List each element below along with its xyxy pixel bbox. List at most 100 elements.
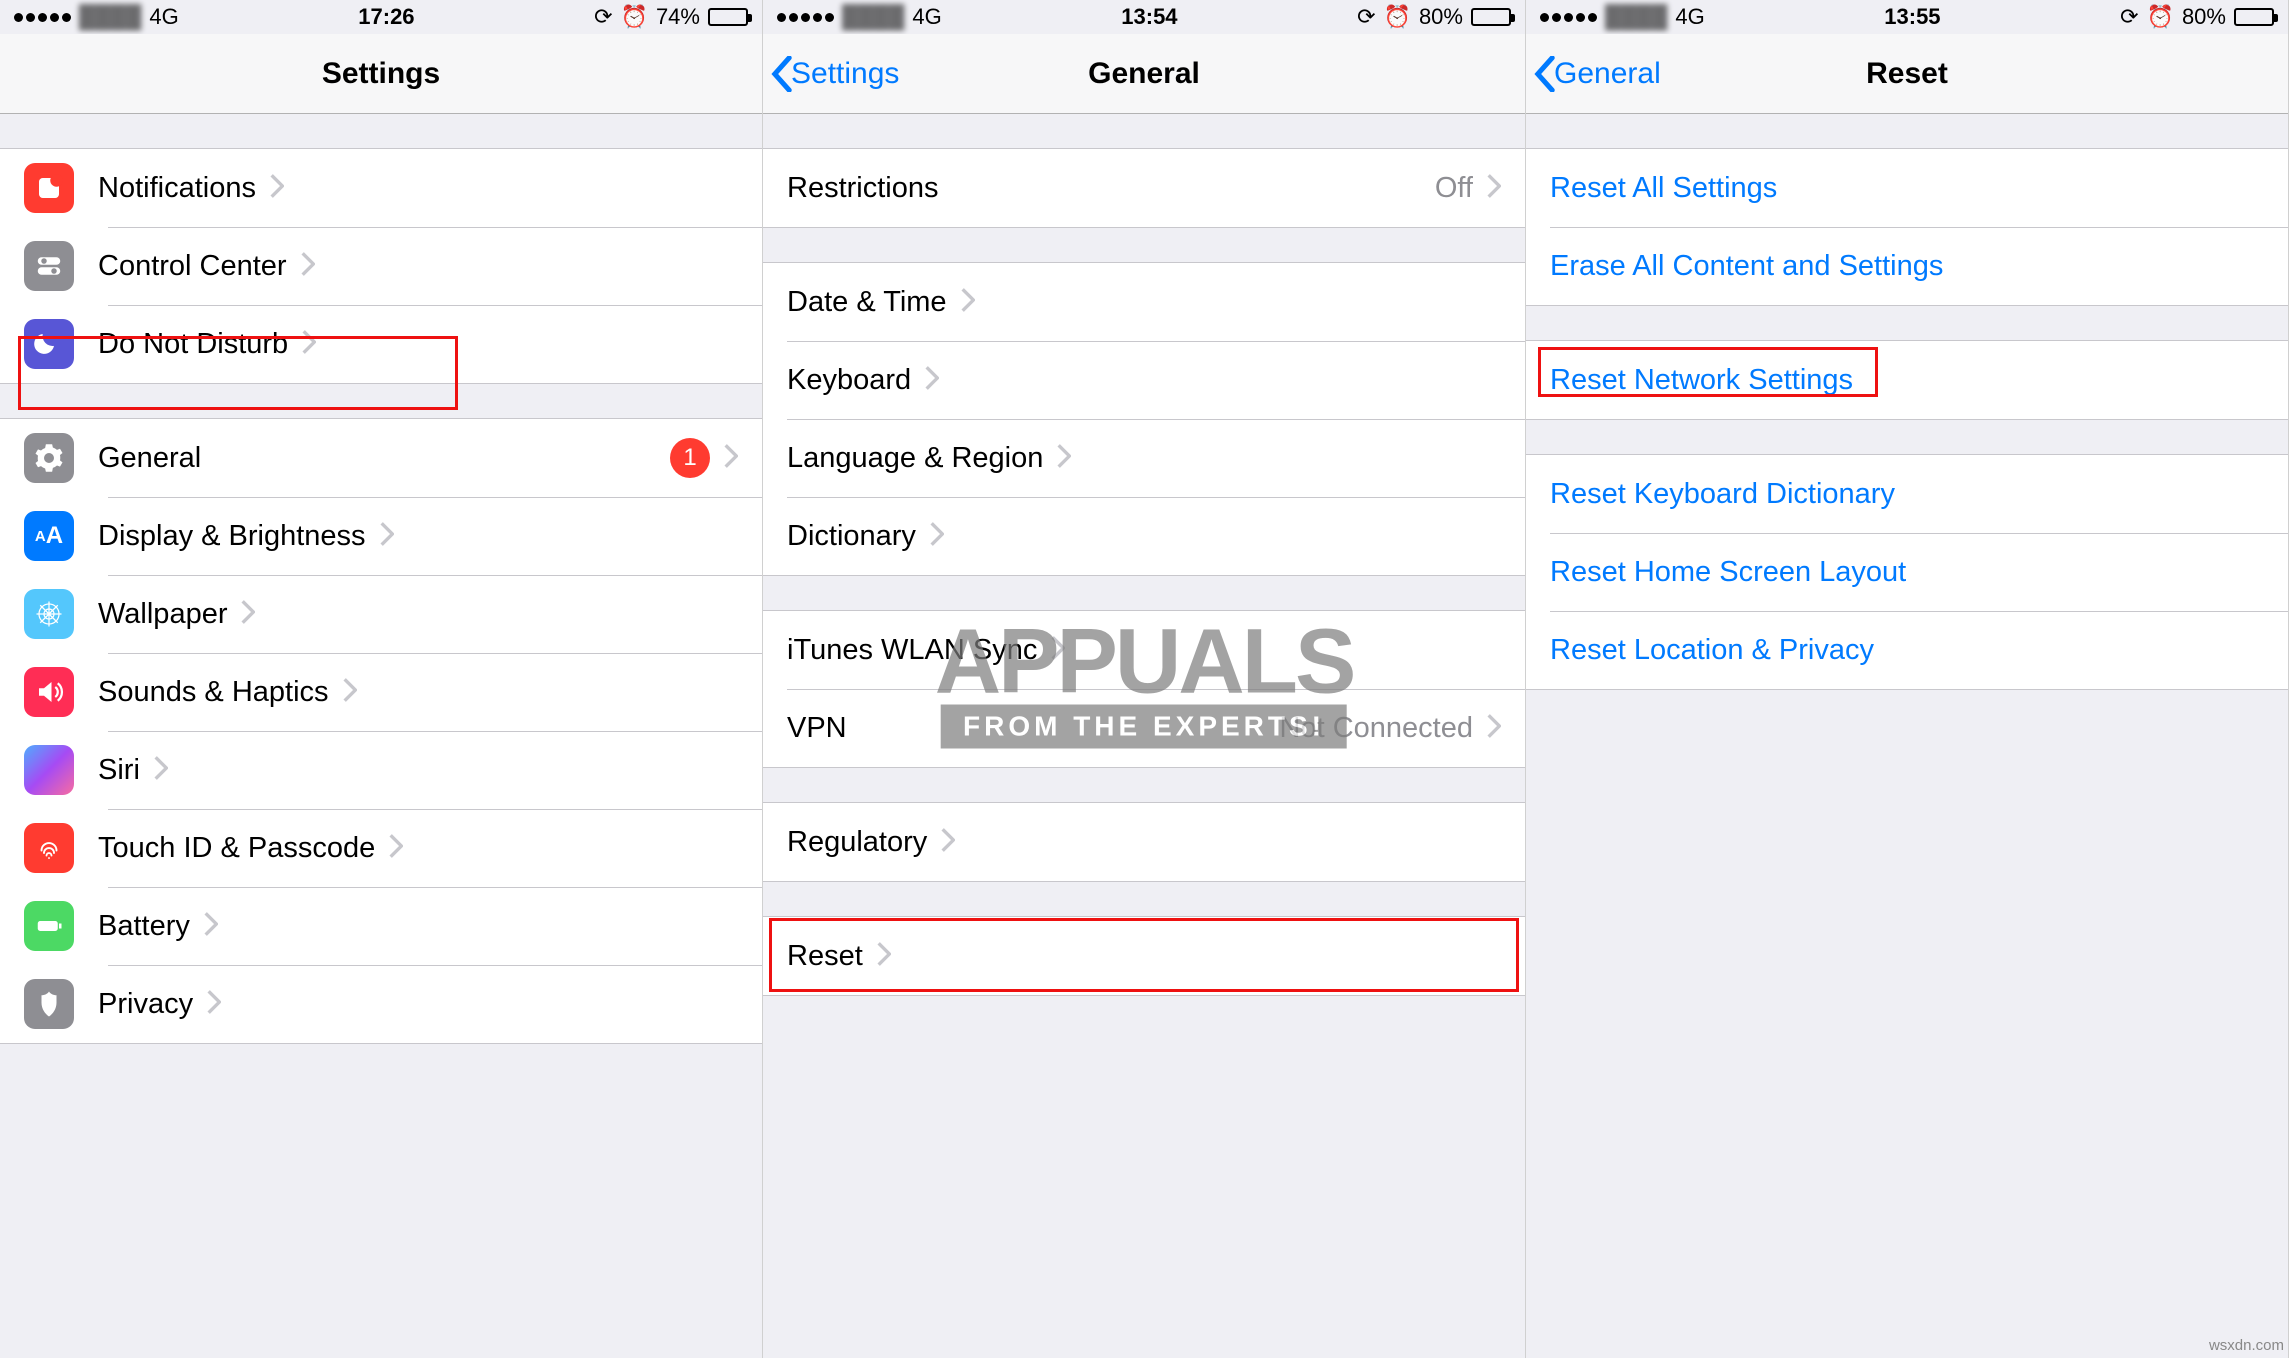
status-time: 13:55 — [1884, 4, 1940, 30]
screen-reset: ████ 4G 13:55 ⟳ ⏰ 80% General Reset Rese… — [1526, 0, 2289, 1358]
row-label: Privacy — [98, 988, 193, 1021]
orientation-lock-icon: ⟳ — [594, 4, 612, 30]
chevron-right-icon — [302, 330, 316, 359]
chevron-right-icon — [270, 174, 284, 203]
row-control-center[interactable]: Control Center — [0, 227, 762, 305]
battery-icon — [2234, 8, 2274, 26]
row-erase-all-content[interactable]: Erase All Content and Settings — [1526, 227, 2288, 305]
battery-icon — [24, 901, 74, 951]
page-title: Settings — [322, 57, 440, 91]
alarm-icon: ⏰ — [621, 4, 648, 30]
row-label: Battery — [98, 910, 190, 943]
touchid-icon — [24, 823, 74, 873]
settings-group-2: General 1 AA Display & Brightness Wallpa… — [0, 418, 762, 1044]
chevron-right-icon — [1487, 714, 1501, 743]
row-label: Control Center — [98, 250, 287, 283]
row-regulatory[interactable]: Regulatory — [763, 803, 1525, 881]
row-reset-network-settings[interactable]: Reset Network Settings — [1526, 341, 2288, 419]
alarm-icon: ⏰ — [2147, 4, 2174, 30]
row-value: Not Connected — [1280, 712, 1473, 745]
row-display-brightness[interactable]: AA Display & Brightness — [0, 497, 762, 575]
chevron-right-icon — [930, 522, 944, 551]
row-reset-home-screen-layout[interactable]: Reset Home Screen Layout — [1526, 533, 2288, 611]
row-label: Reset — [787, 940, 863, 973]
chevron-right-icon — [241, 600, 255, 629]
row-privacy[interactable]: Privacy — [0, 965, 762, 1043]
row-general[interactable]: General 1 — [0, 419, 762, 497]
row-reset[interactable]: Reset — [763, 917, 1525, 995]
chevron-right-icon — [301, 252, 315, 281]
back-button[interactable]: General — [1534, 56, 1661, 92]
network-type: 4G — [912, 4, 941, 30]
row-label: Reset Network Settings — [1550, 364, 1853, 397]
chevron-right-icon — [204, 912, 218, 941]
row-label: Regulatory — [787, 826, 927, 859]
badge: 1 — [670, 438, 710, 478]
battery-pct: 74% — [656, 4, 700, 30]
screen-settings: ████ 4G 17:26 ⟳ ⏰ 74% Settings Notificat… — [0, 0, 763, 1358]
carrier-blurred: ████ — [79, 4, 141, 30]
sounds-icon — [24, 667, 74, 717]
chevron-right-icon — [961, 288, 975, 317]
row-date-time[interactable]: Date & Time — [763, 263, 1525, 341]
page-title: Reset — [1866, 57, 1948, 91]
chevron-right-icon — [1057, 444, 1071, 473]
back-button[interactable]: Settings — [771, 56, 899, 92]
row-wallpaper[interactable]: Wallpaper — [0, 575, 762, 653]
row-vpn[interactable]: VPNNot Connected — [763, 689, 1525, 767]
control-center-icon — [24, 241, 74, 291]
row-battery[interactable]: Battery — [0, 887, 762, 965]
chevron-right-icon — [343, 678, 357, 707]
orientation-lock-icon: ⟳ — [2120, 4, 2138, 30]
settings-group-1: Notifications Control Center Do Not Dist… — [0, 148, 762, 384]
row-notifications[interactable]: Notifications — [0, 149, 762, 227]
row-sounds-haptics[interactable]: Sounds & Haptics — [0, 653, 762, 731]
row-label: Reset Home Screen Layout — [1550, 556, 1906, 589]
row-reset-keyboard-dictionary[interactable]: Reset Keyboard Dictionary — [1526, 455, 2288, 533]
row-label: Reset Location & Privacy — [1550, 634, 1874, 667]
row-do-not-disturb[interactable]: Do Not Disturb — [0, 305, 762, 383]
orientation-lock-icon: ⟳ — [1357, 4, 1375, 30]
do-not-disturb-icon — [24, 319, 74, 369]
row-siri[interactable]: Siri — [0, 731, 762, 809]
chevron-right-icon — [925, 366, 939, 395]
status-bar: ████ 4G 17:26 ⟳ ⏰ 74% — [0, 0, 762, 34]
row-label: Notifications — [98, 172, 256, 205]
status-time: 17:26 — [358, 4, 414, 30]
screen-general: ████ 4G 13:54 ⟳ ⏰ 80% Settings General R… — [763, 0, 1526, 1358]
display-icon: AA — [24, 511, 74, 561]
signal-dots-icon — [777, 13, 834, 22]
row-label: Restrictions — [787, 172, 939, 205]
row-reset-all-settings[interactable]: Reset All Settings — [1526, 149, 2288, 227]
row-label: Sounds & Haptics — [98, 676, 329, 709]
row-language-region[interactable]: Language & Region — [763, 419, 1525, 497]
row-label: Do Not Disturb — [98, 328, 288, 361]
row-label: Date & Time — [787, 286, 947, 319]
row-touchid-passcode[interactable]: Touch ID & Passcode — [0, 809, 762, 887]
row-label: iTunes WLAN Sync — [787, 634, 1037, 667]
chevron-right-icon — [724, 444, 738, 473]
carrier-blurred: ████ — [1605, 4, 1667, 30]
row-label: Erase All Content and Settings — [1550, 250, 1943, 283]
row-label: Language & Region — [787, 442, 1043, 475]
battery-pct: 80% — [2182, 4, 2226, 30]
notifications-icon — [24, 163, 74, 213]
row-label: General — [98, 442, 201, 475]
row-label: Display & Brightness — [98, 520, 366, 553]
row-itunes-wlan-sync[interactable]: iTunes WLAN Sync — [763, 611, 1525, 689]
chevron-left-icon — [771, 56, 793, 92]
chevron-right-icon — [941, 828, 955, 857]
row-dictionary[interactable]: Dictionary — [763, 497, 1525, 575]
status-time: 13:54 — [1121, 4, 1177, 30]
privacy-icon — [24, 979, 74, 1029]
row-keyboard[interactable]: Keyboard — [763, 341, 1525, 419]
chevron-right-icon — [1487, 174, 1501, 203]
row-value: Off — [1435, 172, 1473, 205]
general-icon — [24, 433, 74, 483]
network-type: 4G — [149, 4, 178, 30]
row-reset-location-privacy[interactable]: Reset Location & Privacy — [1526, 611, 2288, 689]
source-note: wsxdn.com — [2209, 1337, 2284, 1354]
wallpaper-icon — [24, 589, 74, 639]
battery-icon — [1471, 8, 1511, 26]
row-restrictions[interactable]: Restrictions Off — [763, 149, 1525, 227]
